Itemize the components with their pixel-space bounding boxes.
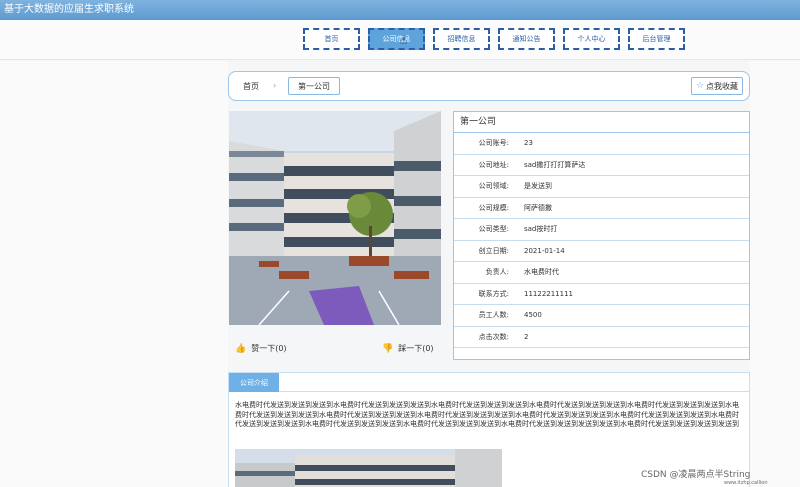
info-row-type: 公司类型: sad按时打 <box>454 219 749 241</box>
info-row-founded: 创立日期: 2021-01-14 <box>454 241 749 262</box>
info-key: 公司类型: <box>478 225 509 234</box>
app-title-bar: 基于大数据的应届生求职系统 <box>0 0 800 20</box>
thumbs-up-icon: 👍 <box>235 343 247 354</box>
info-row-field: 公司领域: 是发送到 <box>454 176 749 198</box>
info-row-manager: 负责人: 水电费时代 <box>454 262 749 284</box>
breadcrumb: 首页 › 第一公司 ☆ 点我收藏 <box>228 71 750 101</box>
info-key: 联系方式: <box>478 289 509 298</box>
campus-building-image <box>229 111 441 325</box>
nav-menu: 首页 公司信息 招聘信息 通知公告 个人中心 后台管理 <box>303 28 685 50</box>
breadcrumb-home[interactable]: 首页 <box>243 81 259 92</box>
watermark-sub: www.itzhp.callion <box>724 480 768 486</box>
company-photo <box>229 111 441 325</box>
intro-text: 水电费时代发送到发送到发送到水电费时代发送到发送到发送到水电费时代发送到发送到发… <box>235 401 739 429</box>
info-key: 员工人数: <box>478 311 509 320</box>
dislike-button[interactable]: 👎 踩一下(0) <box>382 343 434 354</box>
page-margin-right <box>750 61 800 487</box>
info-key: 公司规模: <box>478 203 509 212</box>
info-row-address: 公司地址: sad撒打打打算萨达 <box>454 155 749 176</box>
info-value: 2 <box>524 332 529 341</box>
info-row-contact: 联系方式: 11122211111 <box>454 284 749 305</box>
company-info-panel: 第一公司 公司账号: 23 公司地址: sad撒打打打算萨达 公司领域: 是发送… <box>453 111 750 360</box>
info-row-clicks: 点击次数: 2 <box>454 327 749 348</box>
nav-item-admin[interactable]: 后台管理 <box>628 28 685 50</box>
app-title: 基于大数据的应届生求职系统 <box>4 4 134 15</box>
favorite-label: 点我收藏 <box>706 81 739 91</box>
info-value: 水电费时代 <box>524 268 559 277</box>
info-value: 2021-01-14 <box>524 246 565 255</box>
nav-item-company-info[interactable]: 公司信息 <box>368 28 425 50</box>
nav-item-personal-center[interactable]: 个人中心 <box>563 28 620 50</box>
breadcrumb-current: 第一公司 <box>288 77 340 95</box>
intro-header <box>229 373 749 392</box>
star-icon: ☆ <box>695 81 705 91</box>
nav-item-home[interactable]: 首页 <box>303 28 360 50</box>
info-row-account: 公司账号: 23 <box>454 133 749 155</box>
info-value: 阿萨德撒 <box>524 203 552 212</box>
nav-item-notices[interactable]: 通知公告 <box>498 28 555 50</box>
info-key: 公司地址: <box>478 160 509 169</box>
hand-cursor-icon: ☝ <box>400 33 408 47</box>
info-value: 4500 <box>524 311 542 320</box>
info-key: 负责人: <box>485 268 509 277</box>
watermark: CSDN @凌晨两点半String <box>641 470 751 480</box>
info-key: 创立日期: <box>478 246 509 255</box>
nav-item-jobs[interactable]: 招聘信息 <box>433 28 490 50</box>
info-value: 23 <box>524 139 533 148</box>
dislike-label: 踩一下(0) <box>398 344 434 353</box>
page-margin-left <box>0 61 228 487</box>
like-label: 赞一下(0) <box>251 344 287 353</box>
breadcrumb-separator: › <box>273 81 277 90</box>
intro-photo <box>235 449 502 487</box>
company-name: 第一公司 <box>454 112 749 133</box>
info-row-employees: 员工人数: 4500 <box>454 305 749 327</box>
info-row-scale: 公司规模: 阿萨德撒 <box>454 198 749 219</box>
like-button[interactable]: 👍 赞一下(0) <box>235 343 287 354</box>
favorite-button[interactable]: ☆ 点我收藏 <box>691 77 743 95</box>
vote-bar: 👍 赞一下(0) 👎 踩一下(0) <box>229 337 441 361</box>
info-value: sad撒打打打算萨达 <box>524 160 586 169</box>
intro-tab[interactable]: 公司介绍 <box>229 373 279 392</box>
info-value: 是发送到 <box>524 182 552 191</box>
info-key: 点击次数: <box>478 332 509 341</box>
info-key: 公司领域: <box>478 182 509 191</box>
info-key: 公司账号: <box>478 139 509 148</box>
info-value: 11122211111 <box>524 289 573 298</box>
intro-building-image <box>235 449 502 487</box>
thumbs-down-icon: 👎 <box>382 343 394 354</box>
info-value: sad按时打 <box>524 225 558 234</box>
